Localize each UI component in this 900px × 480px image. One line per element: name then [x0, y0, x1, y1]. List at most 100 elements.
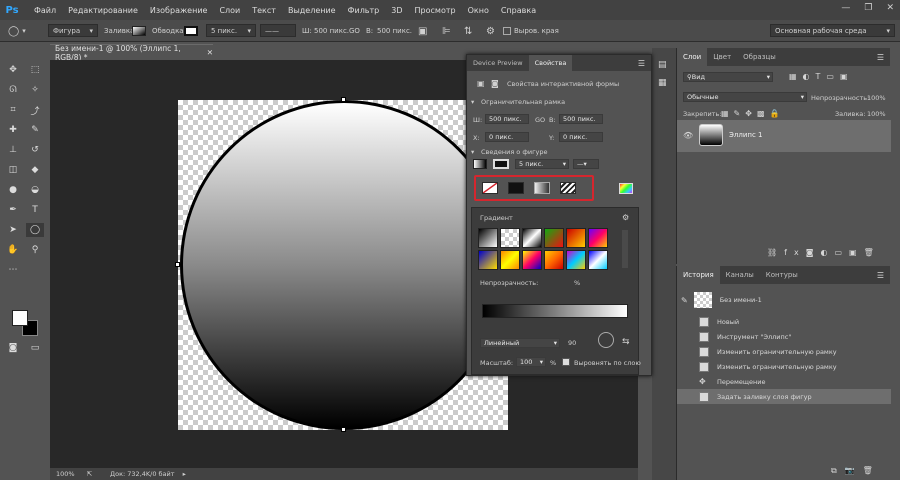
gradient-fill-button[interactable]	[534, 182, 550, 194]
menu-file[interactable]: Файл	[34, 6, 56, 15]
menu-window[interactable]: Окно	[468, 6, 489, 15]
fill-gradient-swatch[interactable]	[473, 159, 487, 169]
more-tools-icon[interactable]: ⋯	[4, 263, 22, 277]
height-input[interactable]: 500 пикс.	[377, 24, 412, 38]
bbox-x-input[interactable]: 0 пикс.	[485, 132, 529, 142]
chevron-down-icon[interactable]: ▾	[471, 148, 474, 156]
ellipse-tool-icon[interactable]: ◯	[26, 223, 44, 237]
type-tool-icon[interactable]: T	[26, 203, 44, 217]
ellipse-shape[interactable]	[180, 100, 508, 430]
opacity-value[interactable]: 100%	[867, 94, 886, 102]
shape-mode-select[interactable]: Фигура ▾	[48, 24, 98, 37]
close-icon[interactable]: ✕	[207, 48, 213, 57]
gradient-preset[interactable]	[500, 250, 520, 270]
reverse-gradient-icon[interactable]: ⇆	[622, 337, 630, 347]
transform-handle-bottom[interactable]	[341, 427, 346, 432]
clone-stamp-tool-icon[interactable]: ⊥	[4, 143, 22, 157]
stroke-swatch[interactable]	[184, 24, 198, 38]
preset-scrollbar[interactable]	[622, 230, 628, 268]
pen-tool-icon[interactable]: ✒	[4, 203, 22, 217]
gradient-preset[interactable]	[500, 228, 520, 248]
menu-3d[interactable]: 3D	[391, 6, 402, 15]
gradient-preset[interactable]	[566, 228, 586, 248]
stroke-type-select[interactable]: —▾	[573, 159, 599, 169]
tab-color[interactable]: Цвет	[707, 48, 737, 66]
angle-value[interactable]: 90	[568, 339, 576, 347]
gradient-preset[interactable]	[588, 228, 608, 248]
link-dimensions-button[interactable]: GO	[349, 24, 360, 38]
no-fill-button[interactable]	[482, 182, 498, 194]
history-item[interactable]: Изменить ограничительную рамку	[677, 344, 891, 359]
gradient-preset[interactable]	[544, 228, 564, 248]
screen-mode-icon[interactable]: ▭	[26, 341, 44, 355]
menu-select[interactable]: Выделение	[288, 6, 336, 15]
chevron-down-icon[interactable]: ▾	[471, 98, 474, 106]
path-selection-tool-icon[interactable]: ➤	[4, 223, 22, 237]
layer-actions-icons[interactable]: ⛓fx◙◐▭▣🗑	[767, 248, 881, 257]
bbox-width-input[interactable]: 500 пикс.	[485, 114, 529, 124]
transform-handle-left[interactable]	[175, 262, 180, 267]
transform-handle-top[interactable]	[341, 97, 346, 102]
stroke-type-select[interactable]: ——	[260, 24, 296, 37]
menu-help[interactable]: Справка	[501, 6, 536, 15]
path-arrangement-icon[interactable]: ⇅	[464, 24, 472, 38]
lock-icons[interactable]: ▦✎✥▩🔒	[721, 109, 784, 118]
menu-edit[interactable]: Редактирование	[68, 6, 138, 15]
gradient-preset[interactable]	[588, 250, 608, 270]
path-operations-icon[interactable]: ▣	[418, 24, 427, 38]
gradient-preset[interactable]	[478, 228, 498, 248]
history-actions-icons[interactable]: ⧉📷🗑	[831, 466, 881, 476]
lasso-tool-icon[interactable]: ᘏ	[4, 83, 22, 97]
gradient-preset[interactable]	[478, 250, 498, 270]
gradient-preset[interactable]	[566, 250, 586, 270]
foreground-color-swatch[interactable]	[12, 310, 28, 326]
menu-view[interactable]: Просмотр	[415, 6, 456, 15]
panel-menu-icon[interactable]: ☰	[638, 55, 651, 71]
stroke-swatch[interactable]	[493, 159, 509, 169]
healing-tool-icon[interactable]: ✚	[4, 123, 22, 137]
width-input[interactable]: 500 пикс.	[314, 24, 349, 38]
menu-layers[interactable]: Слои	[219, 6, 240, 15]
blend-mode-select[interactable]: Обычные ▾	[683, 92, 807, 102]
magic-wand-tool-icon[interactable]: ✧	[26, 83, 44, 97]
gradient-preset[interactable]	[544, 250, 564, 270]
link-button[interactable]: GO	[535, 116, 545, 124]
eyedropper-tool-icon[interactable]: ⤴	[26, 103, 44, 117]
stroke-size-input[interactable]: 5 пикс. ▾	[206, 24, 256, 37]
brush-tool-icon[interactable]: ✎	[26, 123, 44, 137]
hand-tool-icon[interactable]: ✋	[4, 243, 22, 257]
panel-icon[interactable]: ▤	[658, 60, 667, 70]
history-brush-tool-icon[interactable]: ↺	[26, 143, 44, 157]
zoom-tool-icon[interactable]: ⚲	[26, 243, 44, 257]
tab-swatches[interactable]: Образцы	[737, 48, 782, 66]
menu-image[interactable]: Изображение	[150, 6, 208, 15]
color-picker-icon[interactable]	[619, 183, 633, 194]
document-tab[interactable]: Без имени-1 @ 100% (Эллипс 1, RGB/8) * ✕	[50, 44, 213, 62]
align-edges-checkbox[interactable]: Выров. края	[503, 24, 559, 38]
tab-paths[interactable]: Контуры	[760, 266, 804, 284]
properties-panel-icon[interactable]: ▦	[658, 78, 667, 88]
menu-type[interactable]: Текст	[252, 6, 276, 15]
gradient-style-select[interactable]: Линейный ▾	[480, 338, 560, 348]
align-layer-checkbox[interactable]	[562, 358, 570, 366]
history-item[interactable]: Инструмент "Эллипс"	[677, 329, 891, 344]
history-item[interactable]: Новый	[677, 314, 891, 329]
fill-value[interactable]: 100%	[867, 110, 886, 118]
maximize-icon[interactable]: ❐	[864, 3, 872, 13]
marquee-tool-icon[interactable]: ⬚	[26, 63, 44, 77]
tab-properties[interactable]: Свойства	[528, 55, 573, 71]
menu-filter[interactable]: Фильтр	[348, 6, 380, 15]
history-item-active[interactable]: Задать заливку слоя фигур	[677, 389, 891, 404]
paint-bucket-tool-icon[interactable]: ◆	[26, 163, 44, 177]
gear-icon[interactable]: ⚙	[486, 24, 495, 38]
tab-history[interactable]: История	[677, 266, 720, 284]
dodge-tool-icon[interactable]: ◒	[26, 183, 44, 197]
zoom-level[interactable]: 100%	[56, 470, 75, 478]
panel-menu-icon[interactable]: ☰	[877, 266, 890, 284]
chevron-right-icon[interactable]: ▸	[183, 470, 186, 478]
gear-icon[interactable]: ⚙	[622, 213, 629, 222]
panel-menu-icon[interactable]: ☰	[877, 48, 890, 66]
gradient-bar[interactable]	[482, 304, 628, 318]
scale-input[interactable]: 100 ▾	[516, 357, 546, 367]
bbox-height-input[interactable]: 500 пикс.	[559, 114, 603, 124]
